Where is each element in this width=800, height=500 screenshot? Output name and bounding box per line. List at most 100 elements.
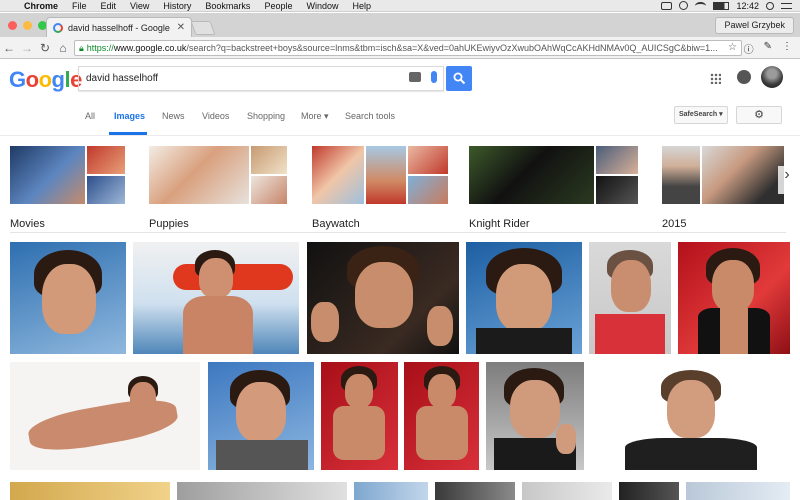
image-result[interactable] [678,242,790,354]
image-result[interactable] [208,362,314,470]
tab-title: david hasselhoff - Google Sea [68,22,173,33]
profile-button[interactable]: Pawel Grzybek [715,17,794,34]
tab-images[interactable]: Images [114,111,145,121]
tab-news[interactable]: News [162,111,185,121]
search-input[interactable]: david hasselhoff [78,66,444,91]
related-searches: Movies Puppies Baywatch Knight Rider 201… [0,136,800,234]
search-tools-button[interactable]: Search tools [345,111,395,121]
url-scheme: https:// [86,43,114,53]
menu-history[interactable]: History [156,1,198,11]
spotlight-icon[interactable] [766,1,774,10]
close-window-button[interactable] [8,21,17,30]
search-type-nav: All Images News Videos Shopping More ▾ S… [0,99,800,136]
related-label-knight-rider: Knight Rider [469,218,530,230]
notifications-icon[interactable] [737,70,751,84]
image-result[interactable] [619,482,679,500]
macos-menubar: Chrome File Edit View History Bookmarks … [0,0,800,12]
url-path: /search?q=backstreet+boys&source=lnms&tb… [186,43,718,53]
search-button[interactable] [446,66,472,91]
back-icon[interactable]: ← [0,41,18,55]
close-tab-icon[interactable]: ✕ [177,22,185,33]
related-card-movies[interactable]: Movies [10,146,125,230]
address-bar[interactable]: 🔒︎ https:// www.google.co.uk /search?q=b… [74,40,742,56]
menubar-clock[interactable]: 12:42 [736,1,759,11]
extension-icon[interactable]: ✎ [764,41,772,56]
browser-tab-active[interactable]: david hasselhoff - Google Sea ✕ [46,17,192,37]
image-results-grid [0,240,800,500]
related-card-knight-rider[interactable]: Knight Rider [469,146,638,230]
image-result[interactable] [177,482,347,500]
image-result[interactable] [10,362,200,470]
menu-window[interactable]: Window [299,1,345,11]
active-tab-underline [109,132,147,135]
image-result[interactable] [404,362,479,470]
related-label-movies: Movies [10,218,45,230]
logo-letter: g [51,67,65,92]
image-result[interactable] [486,362,584,470]
related-label-2015: 2015 [662,218,687,230]
account-avatar[interactable] [761,66,783,88]
minimize-window-button[interactable] [23,21,32,30]
menu-chrome[interactable]: Chrome [22,1,65,11]
related-label-baywatch: Baywatch [312,218,360,230]
browser-toolbar: ← → ↻ ⌂ 🔒︎ https:// www.google.co.uk /se… [0,37,800,59]
image-result[interactable] [10,482,170,500]
home-icon[interactable]: ⌂ [54,41,72,55]
menu-file[interactable]: File [65,1,94,11]
image-result[interactable] [591,362,790,470]
image-result[interactable] [589,242,671,354]
search-query: david hasselhoff [86,73,159,84]
image-result[interactable] [321,362,398,470]
image-result[interactable] [686,482,790,500]
image-result[interactable] [435,482,515,500]
logo-letter: G [9,67,26,92]
logo-letter: o [38,67,52,92]
tab-shopping[interactable]: Shopping [247,111,285,121]
image-result[interactable] [307,242,459,354]
related-card-2015[interactable]: 2015 [662,146,784,230]
related-label-puppies: Puppies [149,218,189,230]
settings-gear-icon[interactable]: ⚙ [736,106,782,124]
related-card-baywatch[interactable]: Baywatch [312,146,448,230]
tab-videos[interactable]: Videos [202,111,229,121]
google-favicon-icon [53,22,63,33]
menu-people[interactable]: People [257,1,299,11]
screen-record-icon[interactable] [661,1,673,10]
menu-edit[interactable]: Edit [94,1,124,11]
window-controls [8,21,47,30]
bookmark-star-icon[interactable]: ☆ [728,42,737,53]
chrome-menu-icon[interactable]: ⋮ [782,41,792,56]
image-result[interactable] [466,242,582,354]
info-icon[interactable]: ⓘ [744,41,754,56]
wifi-icon[interactable] [695,1,707,10]
reload-icon[interactable]: ↻ [36,41,54,55]
chevron-right-icon[interactable]: › [778,166,796,194]
forward-icon[interactable]: → [18,41,36,55]
tab-strip: david hasselhoff - Google Sea ✕ Pawel Gr… [0,13,800,37]
search-icon [453,72,465,85]
tab-more[interactable]: More ▾ [301,111,329,122]
google-header: Google david hasselhoff [0,59,800,99]
camera-icon[interactable] [409,72,421,82]
battery-icon[interactable] [713,1,730,10]
image-result[interactable] [354,482,428,500]
image-result[interactable] [133,242,299,354]
google-logo[interactable]: Google [9,67,82,93]
lock-icon: 🔒︎ [79,42,84,53]
menu-view[interactable]: View [123,1,156,11]
menu-bookmarks[interactable]: Bookmarks [198,1,257,11]
microphone-icon[interactable] [431,71,437,83]
apps-grid-icon[interactable] [710,73,721,84]
new-tab-button[interactable] [190,21,216,35]
url-host: www.google.co.uk [113,43,187,53]
menu-help[interactable]: Help [345,1,378,11]
divider [10,232,786,233]
related-card-puppies[interactable]: Puppies [149,146,287,230]
image-result[interactable] [10,242,126,354]
image-result[interactable] [522,482,612,500]
safesearch-dropdown[interactable]: SafeSearch ▾ [674,106,728,124]
logo-letter: o [25,67,39,92]
tab-all[interactable]: All [85,111,95,121]
notification-center-icon[interactable] [781,2,792,9]
timemachine-icon[interactable] [679,1,689,10]
